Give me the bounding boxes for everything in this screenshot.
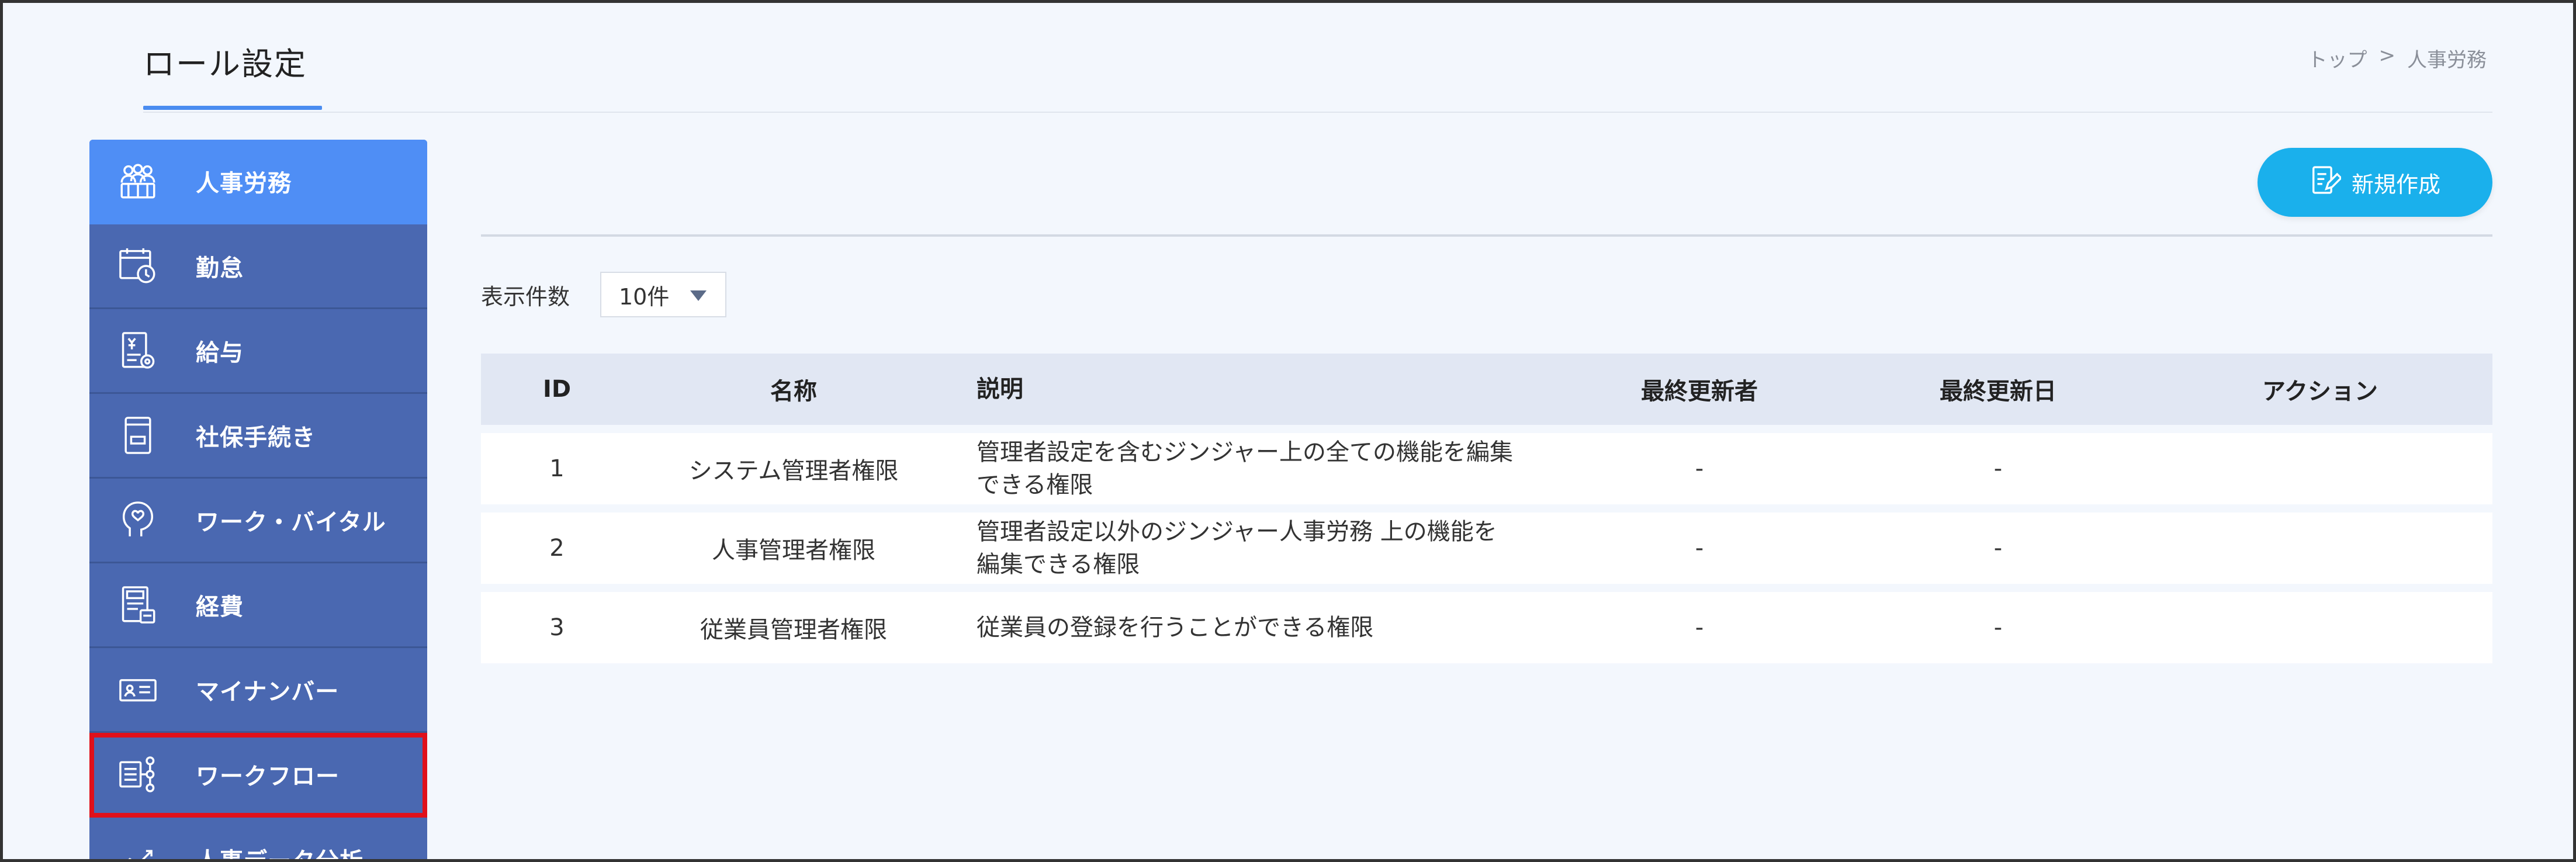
cell-updater: - xyxy=(1695,455,1704,482)
new-create-button[interactable]: 新規作成 xyxy=(2258,148,2492,217)
breadcrumb-current: 人事労務 xyxy=(2407,49,2487,72)
edit-document-icon xyxy=(2310,164,2343,201)
display-count-select[interactable]: 10件 xyxy=(600,272,726,317)
table-row[interactable]: 2 人事管理者権限 管理者設定以外のジンジャー人事労務 上の機能を 編集できる権… xyxy=(481,513,2492,584)
description-line: 従業員の登録を行うことができる権限 xyxy=(977,614,1374,641)
sidebar-item-attendance[interactable]: 勤怠 xyxy=(89,224,427,309)
description-line: 管理者設定以外のジンジャー人事労務 上の機能を xyxy=(977,518,1497,545)
table-row[interactable]: 3 従業員管理者権限 従業員の登録を行うことができる権限 - - xyxy=(481,592,2492,663)
caret-down-icon xyxy=(690,290,707,301)
sidebar-item-label: マイナンバー xyxy=(196,678,340,705)
cell-updated-date: - xyxy=(1993,535,2003,562)
sidebar: 人事労務 勤怠 給与 社保手続き ワーク・バイタル 経費 マイナンバー ワークフ… xyxy=(89,140,427,862)
main-divider xyxy=(481,234,2492,237)
cell-updater: - xyxy=(1695,614,1704,641)
cell-updated-date: - xyxy=(1993,455,2003,482)
breadcrumb: トップ > 人事労務 xyxy=(2308,44,2487,72)
cell-name[interactable]: 人事管理者権限 xyxy=(633,531,954,565)
chart-trend-icon xyxy=(113,834,163,859)
app-window: ロール設定 トップ > 人事労務 人事労務 勤怠 給与 社保手続き ワーク・バイ… xyxy=(0,0,2576,862)
breadcrumb-top-link[interactable]: トップ xyxy=(2308,44,2367,72)
column-header-id[interactable]: ID xyxy=(481,376,633,403)
sidebar-item-label: 人事データ分析 xyxy=(196,848,363,862)
head-heart-icon xyxy=(113,495,163,545)
column-header-updated-date[interactable]: 最終更新日 xyxy=(1848,372,2148,406)
sidebar-item-label: 社保手続き xyxy=(196,424,316,451)
cell-description: 管理者設定以外のジンジャー人事労務 上の機能を 編集できる権限 xyxy=(954,515,1550,581)
cell-updater: - xyxy=(1695,535,1704,562)
column-header-description[interactable]: 説明 xyxy=(954,373,1550,406)
sidebar-item-label: 給与 xyxy=(196,340,244,366)
table-header: ID 名称 説明 最終更新者 最終更新日 アクション xyxy=(481,354,2492,425)
display-count-value: 10件 xyxy=(619,283,670,310)
display-count-label: 表示件数 xyxy=(481,284,570,310)
roles-table: ID 名称 説明 最終更新者 最終更新日 アクション 1 システム管理者権限 管… xyxy=(481,354,2492,663)
people-icon xyxy=(113,156,163,206)
cell-name[interactable]: システム管理者権限 xyxy=(633,452,954,486)
page-title: ロール設定 xyxy=(143,46,307,82)
sidebar-item-workflow[interactable]: ワークフロー xyxy=(89,733,427,818)
description-line: 管理者設定を含むジンジャー上の全ての機能を編集 xyxy=(977,439,1513,466)
sidebar-item-hr[interactable]: 人事労務 xyxy=(89,140,427,224)
sidebar-item-expenses[interactable]: 経費 xyxy=(89,563,427,648)
calendar-clock-icon xyxy=(113,241,163,291)
cell-updated-date: - xyxy=(1993,614,2003,641)
cell-name[interactable]: 従業員管理者権限 xyxy=(633,611,954,645)
cell-description: 従業員の登録を行うことができる権限 xyxy=(954,611,1550,644)
cell-id: 3 xyxy=(549,614,565,641)
sidebar-item-label: ワーク・バイタル xyxy=(196,509,386,536)
sidebar-item-label: 勤怠 xyxy=(196,255,244,282)
description-line: 編集できる権限 xyxy=(977,551,1140,578)
column-header-action: アクション xyxy=(2262,378,2378,405)
sidebar-item-label: 人事労務 xyxy=(196,170,292,197)
document-tray-icon xyxy=(113,410,163,461)
workflow-icon xyxy=(113,749,163,799)
title-underline xyxy=(143,106,322,110)
id-card-icon xyxy=(113,664,163,715)
sidebar-item-payroll[interactable]: 給与 xyxy=(89,309,427,394)
description-line: できる権限 xyxy=(977,472,1093,498)
receipt-icon xyxy=(113,580,163,630)
cell-id: 2 xyxy=(549,535,565,562)
sidebar-item-social-insurance[interactable]: 社保手続き xyxy=(89,394,427,479)
sidebar-item-my-number[interactable]: マイナンバー xyxy=(89,648,427,733)
table-row[interactable]: 1 システム管理者権限 管理者設定を含むジンジャー上の全ての機能を編集 できる権… xyxy=(481,433,2492,504)
sidebar-item-label: ワークフロー xyxy=(196,763,340,790)
payslip-icon xyxy=(113,326,163,376)
cell-description: 管理者設定を含むジンジャー上の全ての機能を編集 できる権限 xyxy=(954,436,1550,501)
sidebar-item-label: 経費 xyxy=(196,594,244,621)
header-divider xyxy=(143,112,2492,113)
sidebar-item-hr-analytics[interactable]: 人事データ分析 xyxy=(89,818,427,862)
column-header-name[interactable]: 名称 xyxy=(633,372,954,406)
breadcrumb-separator: > xyxy=(2378,44,2396,67)
new-create-label: 新規作成 xyxy=(2351,171,2440,198)
sidebar-item-work-vital[interactable]: ワーク・バイタル xyxy=(89,479,427,563)
cell-id: 1 xyxy=(549,455,565,482)
column-header-updater[interactable]: 最終更新者 xyxy=(1550,372,1848,406)
